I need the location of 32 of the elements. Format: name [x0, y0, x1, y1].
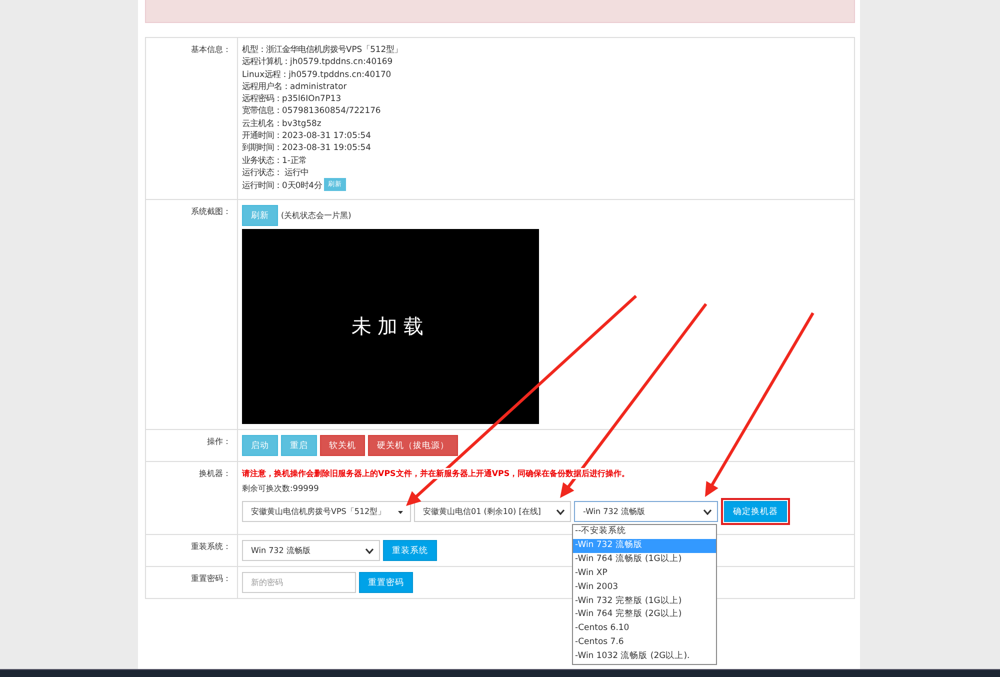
- info-line: 远程用户名：administrator: [242, 80, 347, 92]
- info-line: 宽带信息：057981360854/722176: [242, 104, 381, 117]
- field-label: 操作：: [207, 437, 231, 446]
- action-button[interactable]: 硬关机（拔电源）: [368, 435, 458, 456]
- info-line: 运行时间：0天0时4分: [242, 178, 322, 191]
- caret-icon: [365, 548, 374, 554]
- info-line: 业务状态：1-正常: [242, 154, 306, 166]
- field-label: 系统截图：: [191, 207, 231, 216]
- os-select[interactable]: Win 732 流畅版: [242, 540, 380, 561]
- remaining-count: 剩余可换次数:99999: [242, 483, 320, 494]
- screenshot-note: (关机状态会一片黑): [281, 210, 352, 221]
- info-line: 到期时间：2023-08-31 19:05:54: [242, 141, 371, 154]
- password-field[interactable]: 新的密码: [242, 572, 356, 593]
- action-button[interactable]: 软关机: [320, 435, 365, 456]
- os-select[interactable]: -Win 732 流畅版: [574, 501, 718, 522]
- info-line: 机型：浙江金华电信机房拨号VPS「512型」: [242, 43, 402, 56]
- info-line: 云主机名：bv3tg58z: [242, 116, 322, 130]
- caret-icon: [703, 508, 712, 514]
- screenshot-screen: 未加载: [242, 229, 539, 424]
- field-label: 重装系统：: [191, 542, 231, 551]
- field-label: 重置密码：: [191, 574, 231, 583]
- caret-icon: [556, 508, 565, 514]
- info-line: 远程计算机：jh0579.tpddns.cn:40169: [242, 55, 393, 68]
- server-select[interactable]: 安徽黄山电信01 (剩余10) [在线]: [414, 501, 571, 522]
- info-line: 远程密码：p35l6IOn7P13: [242, 92, 342, 104]
- info-line: 运行状态： 运行中: [242, 166, 309, 178]
- model-select[interactable]: 安徽黄山电信机房拨号VPS「512型」: [242, 501, 411, 522]
- field-label: 换机器：: [199, 469, 231, 478]
- caret-icon: [396, 508, 405, 514]
- field-label: 基本信息：: [191, 45, 231, 54]
- info-line: Linux远程：jh0579.tpddns.cn:40170: [242, 68, 392, 80]
- info-line: 开通时间：2023-08-31 17:05:54: [242, 129, 371, 142]
